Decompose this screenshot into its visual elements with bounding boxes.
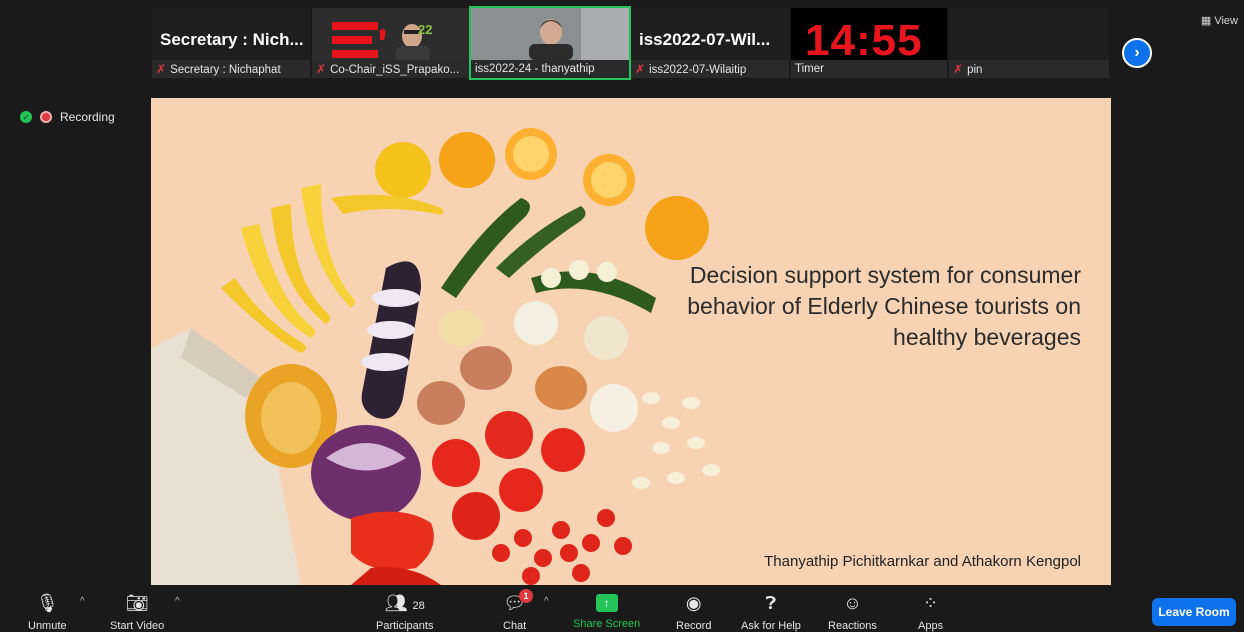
- mic-off-icon: ✗: [156, 62, 167, 76]
- help-icon: ❓︎: [765, 593, 777, 613]
- mic-off-icon: ✗: [635, 62, 646, 76]
- tile-name-bar: Timer: [791, 60, 947, 78]
- reactions-icon: ☺: [843, 593, 862, 613]
- tile-name-bar: ✗ Secretary : Nichaphat: [152, 60, 310, 78]
- record-icon: ◉: [685, 593, 702, 613]
- shared-screen-slide: Decision support system for consumer beh…: [151, 98, 1111, 585]
- start-video-button[interactable]: 📷︎ Start Video: [110, 592, 164, 632]
- tile-name-bar: ✗ pin: [949, 60, 1109, 78]
- reactions-button[interactable]: ☺ Reactions: [828, 592, 877, 632]
- grid-icon: ▦: [1200, 15, 1215, 27]
- recording-dot-icon: [40, 111, 52, 123]
- slide-authors: Thanyathip Pichitkarnkar and Athakorn Ke…: [764, 553, 1081, 570]
- participant-video: [471, 8, 629, 60]
- participants-button[interactable]: 👥︎ 28 Participants: [376, 592, 433, 632]
- recording-indicator[interactable]: ✓ Recording: [20, 110, 115, 124]
- slide-title: Decision support system for consumer beh…: [687, 262, 1081, 350]
- view-button[interactable]: ▦ View: [1201, 14, 1238, 27]
- tile-title: iss2022-07-Wil...: [639, 30, 771, 49]
- chat-unread-badge: 1: [519, 589, 533, 603]
- share-screen-button[interactable]: ↑ Share Screen: [573, 592, 640, 630]
- chevron-up-icon[interactable]: ^: [175, 596, 180, 607]
- mic-off-icon: ✗: [953, 62, 964, 76]
- participants-icon: 👥︎ 28: [384, 593, 425, 613]
- tile-wilaitip[interactable]: iss2022-07-Wil... ✗ iss2022-07-Wilaitip: [631, 8, 789, 78]
- vegetables-image: [151, 128, 720, 585]
- logo-year: 22: [418, 22, 433, 37]
- chevron-up-icon[interactable]: ^: [544, 596, 549, 607]
- tile-timer[interactable]: 14:55 Timer: [791, 8, 947, 78]
- chevron-right-icon: ›: [1134, 44, 1140, 61]
- tile-name-bar: iss2022-24 - thanyathip: [471, 60, 629, 78]
- next-page-button[interactable]: ›: [1122, 38, 1152, 68]
- video-off-icon: 📷︎: [125, 593, 149, 613]
- share-screen-icon: ↑: [595, 594, 618, 612]
- chevron-up-icon[interactable]: ^: [80, 596, 85, 607]
- apps-button[interactable]: ⁘ Apps: [918, 592, 943, 632]
- tile-secretary[interactable]: Secretary : Nich... ✗ Secretary : Nichaph…: [152, 8, 310, 78]
- ask-for-help-button[interactable]: ❓︎ Ask for Help: [741, 592, 801, 632]
- tile-thanyathip[interactable]: iss2022-24 - thanyathip: [469, 6, 631, 80]
- timer-display: 14:55: [805, 16, 923, 65]
- tile-title: Secretary : Nich...: [160, 30, 304, 49]
- unmute-button[interactable]: 🎙︎ Unmute: [28, 592, 67, 632]
- tile-name-bar: ✗ iss2022-07-Wilaitip: [631, 60, 789, 78]
- tile-name-bar: ✗ Co-Chair_iSS_Prapako...: [312, 60, 469, 78]
- shield-icon: ✓: [20, 111, 32, 123]
- tile-pin[interactable]: ✗ pin: [949, 8, 1109, 78]
- conference-logo-image: [332, 22, 430, 62]
- mic-off-icon: 🎙︎: [35, 593, 59, 613]
- apps-icon: ⁘: [922, 593, 939, 613]
- record-button[interactable]: ◉ Record: [676, 592, 711, 632]
- tile-co-chair[interactable]: 22 ✗ Co-Chair_iSS_Prapako...: [312, 8, 469, 78]
- leave-room-button[interactable]: Leave Room: [1152, 598, 1236, 626]
- mic-off-icon: ✗: [316, 62, 327, 76]
